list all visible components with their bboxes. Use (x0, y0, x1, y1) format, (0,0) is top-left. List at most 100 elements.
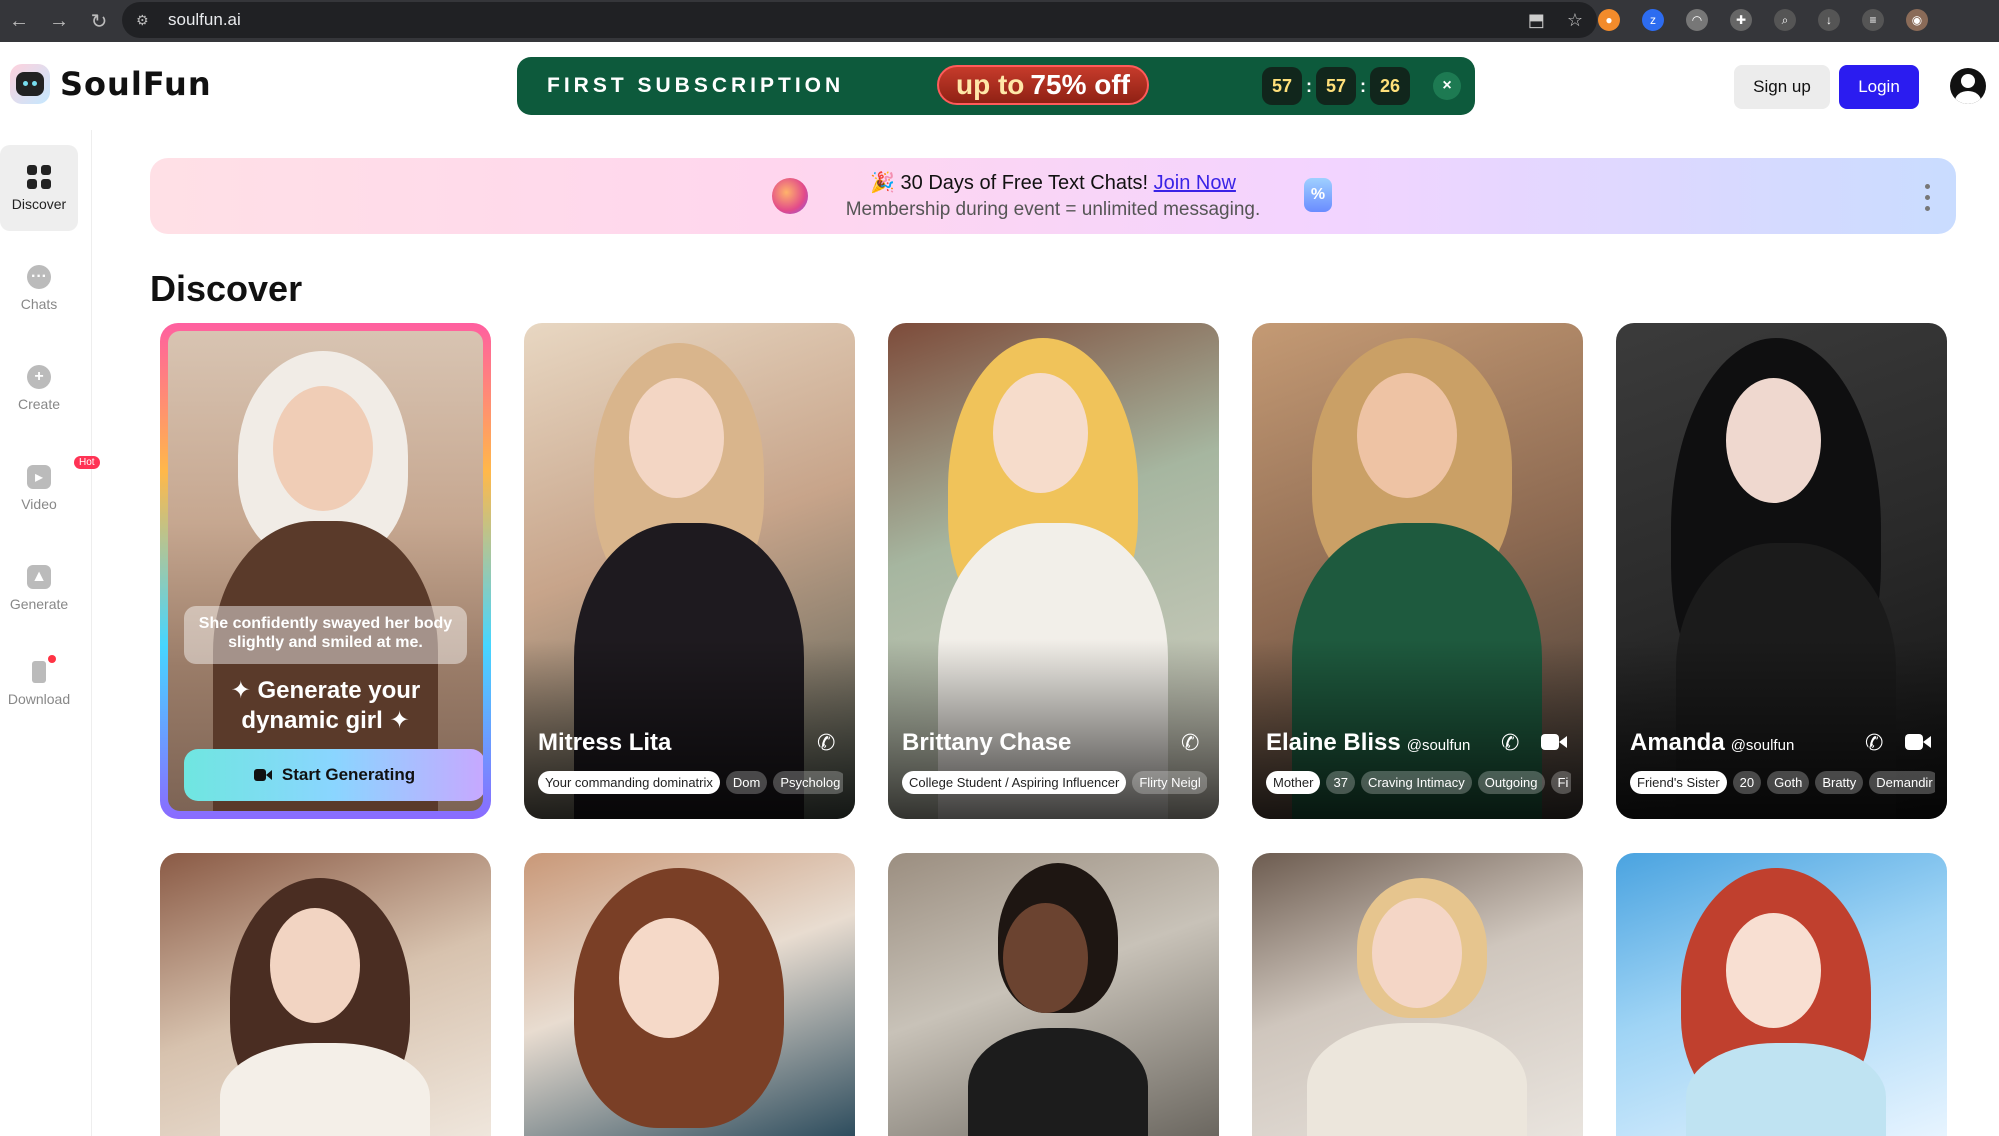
tag: Outgoing (1477, 771, 1545, 794)
sidebar-item-label: Download (7, 691, 71, 707)
chat-bubble-icon: ··· (26, 264, 52, 290)
more-options-icon[interactable] (1925, 184, 1930, 211)
character-card[interactable]: Amanda @soulfun ✆ Friend's Sister 20 Got… (1616, 323, 1947, 819)
site-info-icon[interactable]: ⚙ (136, 12, 158, 29)
phone-icon[interactable]: ✆ (817, 731, 841, 755)
install-app-icon[interactable]: ⬒ (1528, 10, 1545, 31)
sidebar-item-label: Create (17, 396, 61, 412)
search-tab-icon[interactable]: ⌕ (1774, 9, 1796, 31)
generate-title-line1: ✦ Generate your (230, 677, 421, 704)
timer-separator: : (1360, 75, 1366, 96)
character-card[interactable] (888, 853, 1219, 1136)
video-camera-icon (253, 768, 272, 782)
reload-icon[interactable]: ↻ (86, 9, 112, 34)
extension-icon[interactable]: ◠ (1686, 9, 1708, 31)
character-image (1252, 853, 1583, 1136)
extension-icon[interactable]: z (1642, 9, 1664, 31)
page-title: Discover (150, 268, 303, 309)
character-name: Elaine Bliss @soulfun (1266, 729, 1470, 757)
generate-card[interactable]: She confidently swayed her body slightly… (160, 323, 491, 819)
sidebar-item-download[interactable]: Download (0, 640, 78, 726)
sidebar-item-chats[interactable]: ··· Chats (0, 245, 78, 331)
login-button[interactable]: Login (1839, 65, 1919, 109)
promo-offer-prefix: up to (956, 69, 1025, 100)
character-name: Brittany Chase (902, 729, 1071, 757)
phone-icon[interactable]: ✆ (1181, 731, 1205, 755)
character-name: Amanda @soulfun (1630, 729, 1794, 757)
character-name-text: Amanda (1630, 729, 1725, 756)
generate-title: ✦ Generate your dynamic girl ✦ (168, 676, 483, 736)
character-name-text: Brittany Chase (902, 729, 1072, 756)
hot-badge: Hot (74, 456, 100, 469)
start-generating-label: Start Generating (281, 765, 416, 784)
logo[interactable]: SoulFun (10, 64, 212, 104)
signup-button[interactable]: Sign up (1734, 65, 1830, 109)
character-card[interactable]: Elaine Bliss @soulfun ✆ Mother 37 Cravin… (1252, 323, 1583, 819)
phone-device-icon (26, 655, 56, 685)
sidebar-item-video[interactable]: ▸ Hot Video (0, 445, 100, 531)
tag: Your commanding dominatrix (538, 771, 720, 794)
url-text: soulfun.ai (168, 10, 241, 29)
bookmark-star-icon[interactable]: ☆ (1567, 10, 1583, 31)
tag: Psycholog (773, 771, 843, 794)
tag: Demandir (1869, 771, 1935, 794)
join-now-link[interactable]: Join Now (1154, 172, 1236, 194)
countdown-timer: 57 : 57 : 26 (1262, 67, 1410, 105)
sidebar-item-label: Chats (20, 296, 58, 312)
character-card[interactable]: Mitress Lita ✆ Your commanding dominatri… (524, 323, 855, 819)
extension-icon[interactable]: ● (1598, 9, 1620, 31)
video-camera-icon: ▸ Hot (26, 456, 100, 490)
close-icon[interactable]: × (1433, 72, 1461, 100)
banner-headline: 🎉 30 Days of Free Text Chats! Join Now (150, 170, 1956, 195)
event-banner: 🎉 30 Days of Free Text Chats! Join Now M… (150, 158, 1956, 234)
tag: Friend's Sister (1630, 771, 1727, 794)
character-card[interactable] (1616, 853, 1947, 1136)
address-bar[interactable]: ⚙ soulfun.ai ⬒ ☆ (122, 2, 1597, 38)
sidebar-item-create[interactable]: + Create (0, 345, 78, 431)
sidebar-item-discover[interactable]: Discover (0, 145, 78, 231)
tag: College Student / Aspiring Influencer (902, 771, 1127, 794)
character-card[interactable] (160, 853, 491, 1136)
video-call-icon[interactable] (1541, 731, 1569, 753)
timer-seconds: 26 (1370, 67, 1410, 105)
tag: Flirty Neigl (1132, 771, 1207, 794)
promo-offer-value: 75% off (1030, 69, 1130, 100)
site-header: SoulFun FIRST SUBSCRIPTION up to 75% off… (0, 42, 1999, 130)
sidebar-item-label: Discover (11, 196, 67, 212)
browser-toolbar: ← → ↻ ⚙ soulfun.ai ⬒ ☆ ● z ◠ ✚ ⌕ ↓ ≡ ◉ (0, 0, 1999, 42)
forward-icon[interactable]: → (46, 10, 72, 33)
extensions-puzzle-icon[interactable]: ✚ (1730, 9, 1752, 31)
plus-circle-icon: + (26, 364, 52, 390)
banner-line1: 🎉 30 Days of Free Text Chats! (870, 172, 1149, 194)
video-call-icon[interactable] (1905, 731, 1933, 753)
character-tags: Your commanding dominatrix Dom Psycholog (538, 771, 843, 795)
profile-avatar-icon[interactable]: ◉ (1906, 9, 1928, 31)
user-avatar-icon[interactable] (1950, 68, 1986, 104)
download-icon[interactable]: ↓ (1818, 9, 1840, 31)
character-card[interactable]: Brittany Chase ✆ College Student / Aspir… (888, 323, 1219, 819)
sidebar-item-label: Generate (9, 596, 69, 612)
banner-subtext: Membership during event = unlimited mess… (845, 199, 1261, 220)
subscription-promo[interactable]: FIRST SUBSCRIPTION up to 75% off 57 : 57… (517, 57, 1475, 115)
character-card[interactable] (1252, 853, 1583, 1136)
tag: Fi (1550, 771, 1571, 794)
tag: Mother (1266, 771, 1321, 794)
promo-title: FIRST SUBSCRIPTION (547, 74, 845, 97)
media-icon[interactable]: ≡ (1862, 9, 1884, 31)
phone-icon[interactable]: ✆ (1501, 731, 1525, 755)
timer-separator: : (1306, 75, 1312, 96)
character-handle: @soulfun (1406, 737, 1471, 754)
character-tags: College Student / Aspiring Influencer Fl… (902, 771, 1207, 795)
logo-text: SoulFun (60, 65, 212, 103)
sidebar-item-generate[interactable]: ▲ Generate (0, 545, 78, 631)
back-icon[interactable]: ← (6, 10, 32, 33)
sidebar: Discover ··· Chats + Create ▸ Hot Video … (0, 130, 100, 1136)
phone-icon[interactable]: ✆ (1865, 731, 1889, 755)
start-generating-button[interactable]: Start Generating (184, 749, 483, 801)
logo-icon (10, 64, 50, 104)
promo-discount: up to 75% off (937, 65, 1149, 105)
character-name-text: Elaine Bliss (1266, 729, 1401, 756)
discount-tag-icon: % (1304, 178, 1332, 212)
generate-quote: She confidently swayed her body slightly… (184, 606, 467, 664)
character-card[interactable] (524, 853, 855, 1136)
